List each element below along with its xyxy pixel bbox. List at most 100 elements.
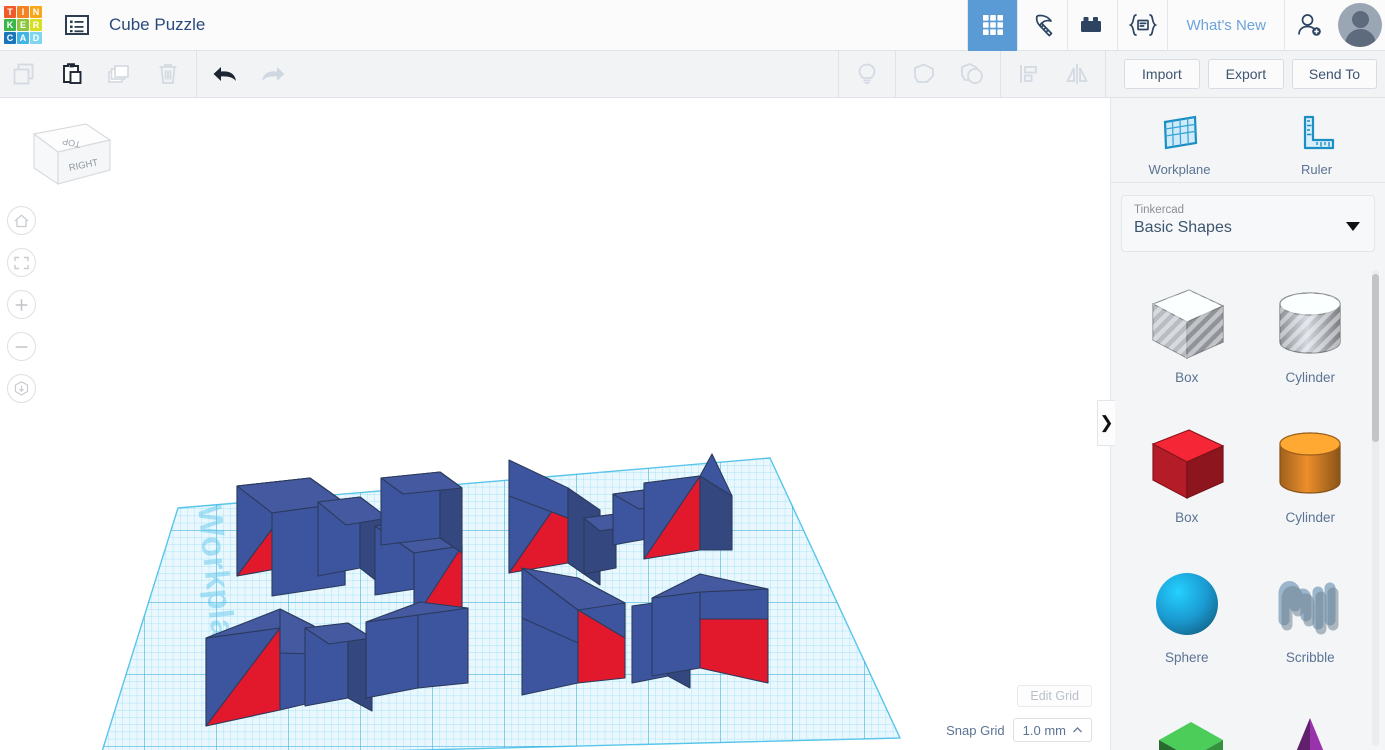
view-cube[interactable]: TOP RIGHT <box>22 112 112 192</box>
lego-brick-icon[interactable] <box>1067 0 1117 51</box>
snap-grid-select[interactable]: 1.0 mm <box>1012 718 1092 742</box>
minus-icon[interactable] <box>7 332 36 361</box>
toolbar-divider-4 <box>999 51 1001 97</box>
logo-tile-d: D <box>30 32 42 44</box>
library-owner-label: Tinkercad <box>1134 204 1185 216</box>
import-button[interactable]: Import <box>1123 59 1200 89</box>
puzzle-piece <box>651 573 769 684</box>
box-shape-icon <box>1145 280 1229 368</box>
duplicate-button[interactable] <box>96 51 144 97</box>
tinkercad-logo[interactable]: TIN KER CAD <box>4 6 42 44</box>
shape-label: Box <box>1175 510 1199 525</box>
add-person-icon[interactable] <box>1284 0 1334 51</box>
logo-tile-a: A <box>17 32 29 44</box>
fit-frame-icon[interactable] <box>7 248 36 277</box>
shape-pyramid-purple[interactable] <box>1249 700 1373 750</box>
copy-button[interactable] <box>0 51 48 97</box>
codeblocks-icon[interactable] <box>1117 0 1167 51</box>
avatar[interactable] <box>1338 3 1382 47</box>
list-menu-icon[interactable] <box>63 11 91 39</box>
logo-tile-t: T <box>4 6 16 18</box>
snap-grid-value: 1.0 mm <box>1022 722 1066 738</box>
toolbar-divider-5 <box>1104 51 1106 97</box>
3d-scene[interactable]: Workplane <box>0 98 1110 750</box>
shape-label: Cylinder <box>1285 510 1336 525</box>
shape-cylinder-orange[interactable]: Cylinder <box>1249 420 1373 538</box>
shape-box-red[interactable]: Box <box>1125 420 1249 538</box>
topbar-icon-group: What's New <box>967 0 1385 51</box>
logo-tile-c: C <box>4 32 16 44</box>
scribble-shape-icon <box>1268 560 1352 648</box>
paste-button[interactable] <box>48 51 96 97</box>
redo-button[interactable] <box>249 51 297 97</box>
ungroup-button[interactable] <box>948 51 996 97</box>
design-viewport[interactable]: Workplane TOP RIGHT Edit Grid Snap Grid … <box>0 98 1110 750</box>
shape-roof-green[interactable] <box>1125 700 1249 750</box>
view-controls <box>7 206 36 416</box>
cylinder-shape-icon <box>1268 420 1352 508</box>
puzzle-piece <box>365 601 469 699</box>
shape-list[interactable]: Box Cylinder Box Cylinder Sphere Scribbl… <box>1111 266 1385 750</box>
snap-grid-label: Snap Grid <box>946 722 1005 738</box>
shapes-panel: Workplane Ruler Tinkercad Basic Shapes B… <box>1110 98 1385 750</box>
toolbar-divider-3 <box>894 51 896 97</box>
puzzle-piece <box>304 622 373 712</box>
shape-sphere-blue[interactable]: Sphere <box>1125 560 1249 678</box>
shape-label: Box <box>1175 370 1199 385</box>
chevron-up-icon <box>1073 727 1082 733</box>
top-bar: TIN KER CAD Cube Puzzle What's New <box>0 0 1385 51</box>
shape-cylinder-hole[interactable]: Cylinder <box>1249 280 1373 398</box>
shape-box-hole[interactable]: Box <box>1125 280 1249 398</box>
toolbar-divider <box>196 51 197 97</box>
ruler-icon <box>1303 115 1334 150</box>
undo-button[interactable] <box>201 51 249 97</box>
roof-shape-icon <box>1145 700 1229 750</box>
logo-tile-n: N <box>30 6 42 18</box>
ruler-tool-label: Ruler <box>1300 162 1333 177</box>
logo-tile-r: R <box>30 19 42 31</box>
page-title: Cube Puzzle <box>109 15 206 34</box>
home-icon[interactable] <box>7 206 36 235</box>
ruler-tool[interactable]: Ruler <box>1271 112 1363 177</box>
pickaxe-icon[interactable] <box>1017 0 1067 51</box>
avatar-head <box>1351 11 1369 28</box>
shape-library-select[interactable]: Tinkercad Basic Shapes <box>1121 195 1375 252</box>
pyramid-shape-icon <box>1268 700 1352 750</box>
snap-grid-row: Snap Grid 1.0 mm <box>946 718 1092 742</box>
hide-button[interactable] <box>843 51 891 97</box>
mirror-button[interactable] <box>1053 51 1101 97</box>
logo-tile-e: E <box>17 19 29 31</box>
shape-label: Cylinder <box>1285 370 1336 385</box>
tinkercad-app: TIN KER CAD Cube Puzzle What's New Import … <box>0 0 1385 750</box>
workplane-tool-label: Workplane <box>1148 162 1211 177</box>
export-button[interactable]: Export <box>1207 59 1284 89</box>
library-name-label: Basic Shapes <box>1134 219 1232 236</box>
avatar-body <box>1344 29 1376 47</box>
panel-tools-row: Workplane Ruler <box>1111 98 1385 183</box>
edit-toolbar: Import Export Send To <box>0 51 1385 98</box>
delete-button[interactable] <box>144 51 192 97</box>
shape-list-scrollbar[interactable] <box>1372 274 1379 442</box>
align-button[interactable] <box>1005 51 1053 97</box>
whats-new-link[interactable]: What's New <box>1167 0 1284 51</box>
ortho-cube-icon[interactable] <box>7 374 36 403</box>
toolbar-divider-2 <box>837 51 839 97</box>
plus-icon[interactable] <box>7 290 36 319</box>
grid-apps-icon[interactable] <box>967 0 1018 51</box>
grid-controls: Edit Grid Snap Grid 1.0 mm <box>946 685 1092 742</box>
box-shape-icon <box>1145 420 1229 508</box>
workplane-grid-icon <box>1163 115 1197 150</box>
logo-tile-k: K <box>4 19 16 31</box>
workplane-tool[interactable]: Workplane <box>1134 112 1226 177</box>
sphere-shape-icon <box>1145 560 1229 648</box>
edit-grid-button[interactable]: Edit Grid <box>1017 685 1092 707</box>
cylinder-shape-icon <box>1268 280 1352 368</box>
logo-tile-i: I <box>17 6 29 18</box>
chevron-down-icon <box>1346 222 1360 231</box>
group-button[interactable] <box>900 51 948 97</box>
shape-scribble[interactable]: Scribble <box>1249 560 1373 678</box>
shape-label: Sphere <box>1164 650 1209 665</box>
panel-collapse-toggle[interactable]: ❯ <box>1097 400 1115 446</box>
send-to-button[interactable]: Send To <box>1291 59 1377 89</box>
shape-label: Scribble <box>1285 650 1335 665</box>
